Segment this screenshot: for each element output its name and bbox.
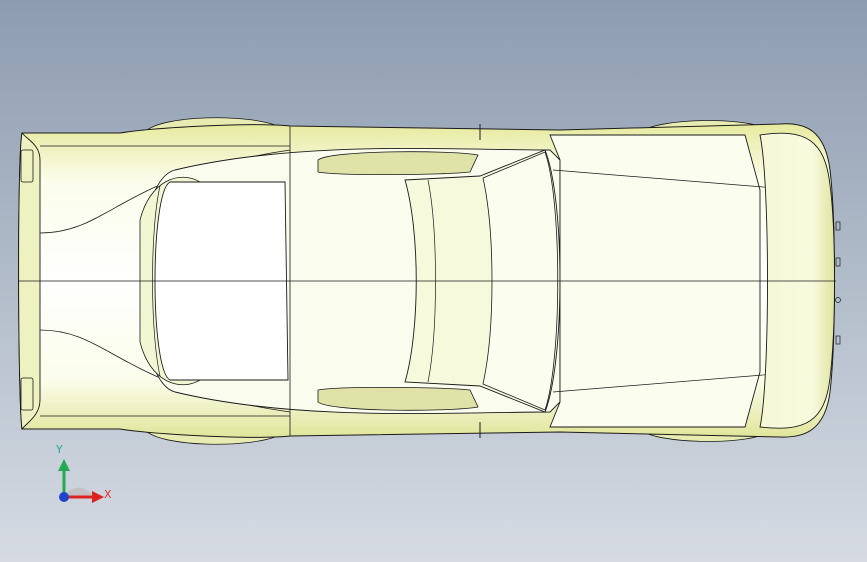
y-axis-label: Y: [56, 443, 63, 456]
y-axis-head: [58, 459, 70, 471]
z-axis-dot: [59, 492, 69, 502]
x-axis-label: X: [104, 488, 112, 501]
front-emblems: [835, 221, 841, 345]
car-model-top-view[interactable]: [0, 0, 867, 562]
graphics-viewport[interactable]: X Y: [0, 0, 867, 562]
side-window-right: [317, 386, 479, 411]
coordinate-triad: X Y: [40, 443, 120, 525]
side-window-left: [317, 151, 479, 176]
x-axis-head: [92, 491, 104, 503]
